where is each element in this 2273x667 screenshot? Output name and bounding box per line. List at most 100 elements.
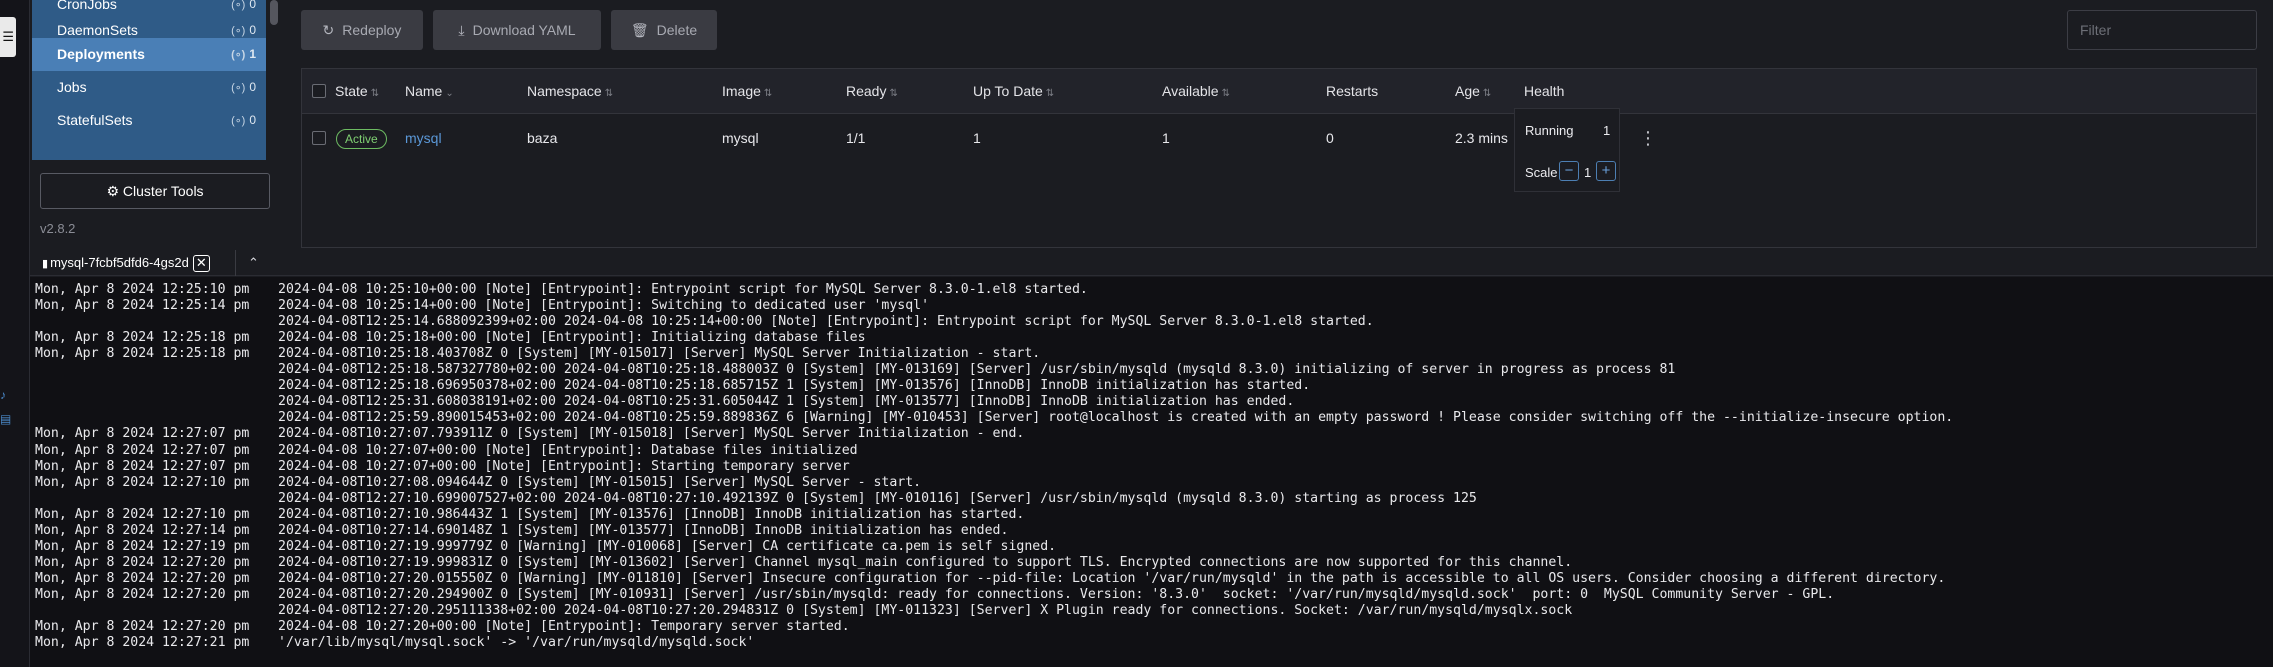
count-value: 0 [249,113,256,127]
log-timestamp: Mon, Apr 8 2024 12:27:21 pm [35,635,250,651]
header-label: Up To Date [973,83,1043,99]
log-message: 2024-04-08T12:25:18.587327780+02:00 2024… [278,362,1676,378]
delete-button[interactable]: 🗑 Delete [611,10,717,50]
scale-down-button[interactable]: − [1559,161,1579,181]
column-header-available[interactable]: Available ⇅ [1162,69,1230,114]
log-message: 2024-04-08T12:25:31.608038191+02:00 2024… [278,394,1295,410]
column-header-image[interactable]: Image ⇅ [722,69,772,114]
up-to-date-cell: 1 [973,130,981,146]
log-line: Mon, Apr 8 2024 12:27:20 pm 2024-04-08T10… [35,587,1834,603]
health-popup: Running 1 Scale − 1 + [1514,108,1620,192]
log-line: 2024-04-08T12:27:20.295111338+02:00 2024… [35,603,1572,619]
header-label: State [335,83,368,99]
sidebar-scrollbar[interactable] [270,0,278,25]
table-row[interactable]: Active mysql baza mysql 1/1 1 1 0 2.3 mi… [302,115,2256,161]
sort-icon: ⇅ [1045,88,1055,99]
log-tab-bar: ▮ mysql-7fcbf5dfd6-4gs2d ✕ ⌃ [30,250,2273,276]
header-label: Name [405,83,443,99]
log-timestamp: Mon, Apr 8 2024 12:27:07 pm [35,442,250,458]
log-message: 2024-04-08T12:25:14.688092399+02:00 2024… [278,314,1374,330]
expand-collapse-icon[interactable]: ⌃ [248,253,259,273]
log-line: Mon, Apr 8 2024 12:27:21 pm '/var/lib/mys… [35,635,754,651]
redeploy-label: Redeploy [342,22,402,38]
filter-input[interactable]: Filter [2067,10,2257,50]
log-line: Mon, Apr 8 2024 12:27:20 pm 2024-04-08T10… [35,571,1945,587]
sidebar-item-count: (∘) 0 [231,71,256,105]
header-label: Namespace [527,83,602,99]
log-line: Mon, Apr 8 2024 12:27:19 pm 2024-04-08T10… [35,539,1056,555]
log-timestamp: Mon, Apr 8 2024 12:25:18 pm [35,330,250,346]
namespace-icon: (∘) [231,49,246,61]
log-message: 2024-04-08 10:27:07+00:00 [Note] [Entryp… [278,442,858,458]
log-timestamp: Mon, Apr 8 2024 12:25:14 pm [35,298,250,314]
available-cell: 1 [1162,130,1170,146]
gear-icon: ⚙ [106,183,119,199]
cluster-tools-button[interactable]: ⚙ Cluster Tools [40,173,270,209]
column-header-state[interactable]: State ⇅ [335,69,379,114]
count-value: 0 [249,0,256,11]
log-line: Mon, Apr 8 2024 12:25:18 pm 2024-04-08T10… [35,346,1040,362]
log-message: 2024-04-08T10:27:08.094644Z 0 [System] [… [278,474,922,490]
sidebar-item-label: DaemonSets [57,22,138,38]
file-icon: ▮ [42,258,49,270]
log-timestamp: Mon, Apr 8 2024 12:27:14 pm [35,522,250,538]
log-line: Mon, Apr 8 2024 12:27:07 pm 2024-04-08 10… [35,459,850,475]
log-line: Mon, Apr 8 2024 12:27:20 pm 2024-04-08 10… [35,619,850,635]
sort-icon: ⇅ [604,88,614,99]
sort-down-icon: ⌄ [445,88,454,99]
log-timestamp: Mon, Apr 8 2024 12:27:07 pm [35,426,250,442]
sidebar-item-count: (∘) 0 [231,104,256,138]
log-message: 2024-04-08T10:25:18.403708Z 0 [System] [… [278,346,1041,362]
column-header-age[interactable]: Age ⇅ [1455,69,1491,114]
sidebar-item-count: (∘) 1 [231,38,256,72]
log-message: 2024-04-08 10:25:10+00:00 [Note] [Entryp… [278,282,1088,297]
workload-nav: CronJobs (∘) 0 DaemonSets (∘) 0 Deployment… [32,0,266,160]
log-line: Mon, Apr 8 2024 12:27:07 pm 2024-04-08T10… [35,426,1024,442]
column-header-ready[interactable]: Ready ⇅ [846,69,898,114]
close-icon[interactable]: ✕ [192,255,210,273]
sidebar-item-deployments[interactable]: Deployments (∘) 1 [32,38,266,71]
sort-icon: ⇅ [763,88,773,99]
scale-up-button[interactable]: + [1596,161,1616,181]
column-header-name[interactable]: Name ⌄ [405,69,454,114]
sidebar-item-statefulsets[interactable]: StatefulSets (∘) 0 [32,104,266,137]
log-line: Mon, Apr 8 2024 12:25:14 pm 2024-04-08 10… [35,298,929,314]
log-timestamp: Mon, Apr 8 2024 12:27:20 pm [35,619,250,635]
cluster-tools-label: Cluster Tools [122,183,204,199]
running-label: Running [1525,123,1574,138]
log-line: 2024-04-08T12:25:14.688092399+02:00 2024… [35,314,1374,330]
running-value: 1 [1603,123,1611,138]
log-message: 2024-04-08T10:27:10.986443Z 1 [System] [… [278,506,1025,522]
deployments-table: State ⇅ Name ⌄ Namespace ⇅ Image ⇅ Ready ⇅ Up… [301,68,2257,248]
log-line: Mon, Apr 8 2024 12:27:10 pm 2024-04-08T10… [35,507,1024,523]
scale-label: Scale [1525,165,1558,180]
rail-bell-icon[interactable]: ♪ [0,388,8,402]
header-label: Health [1524,83,1565,99]
row-actions-icon[interactable]: ⋮ [1639,115,1657,161]
sidebar-item-jobs[interactable]: Jobs (∘) 0 [32,71,266,104]
log-line: 2024-04-08T12:27:10.699007527+02:00 2024… [35,491,1477,507]
log-message: 2024-04-08 10:27:20+00:00 [Note] [Entryp… [278,619,850,635]
redeploy-button[interactable]: ↻ Redeploy [301,10,423,50]
log-line: Mon, Apr 8 2024 12:27:10 pm 2024-04-08T10… [35,475,921,491]
column-header-up-to-date[interactable]: Up To Date ⇅ [973,69,1054,114]
log-timestamp: Mon, Apr 8 2024 12:25:10 pm [35,282,250,297]
ready-cell: 1/1 [846,130,866,146]
log-line: 2024-04-08T12:25:31.608038191+02:00 2024… [35,394,1294,410]
deployment-name-link[interactable]: mysql [405,115,442,161]
sort-icon: ⇅ [1482,88,1492,99]
rail-active-item[interactable]: ☰ [0,17,16,57]
sort-icon: ⇅ [370,88,380,99]
select-all-checkbox[interactable] [312,84,326,98]
rail-doc-icon[interactable]: ▤ [0,412,11,426]
sidebar-item-label: Jobs [57,79,87,95]
log-message: '/var/lib/mysql/mysql.sock' -> '/var/run… [278,635,755,651]
namespace-cell: baza [527,130,558,146]
log-tab[interactable]: ▮ mysql-7fcbf5dfd6-4gs2d ✕ [42,253,210,273]
count-value: 0 [249,23,256,37]
row-checkbox[interactable] [312,131,326,145]
download-yaml-button[interactable]: ⤓ Download YAML [433,10,601,50]
sidebar-item-label: CronJobs [57,0,117,12]
column-header-namespace[interactable]: Namespace ⇅ [527,69,613,114]
log-message: 2024-04-08T12:27:20.295111338+02:00 2024… [278,603,1573,618]
